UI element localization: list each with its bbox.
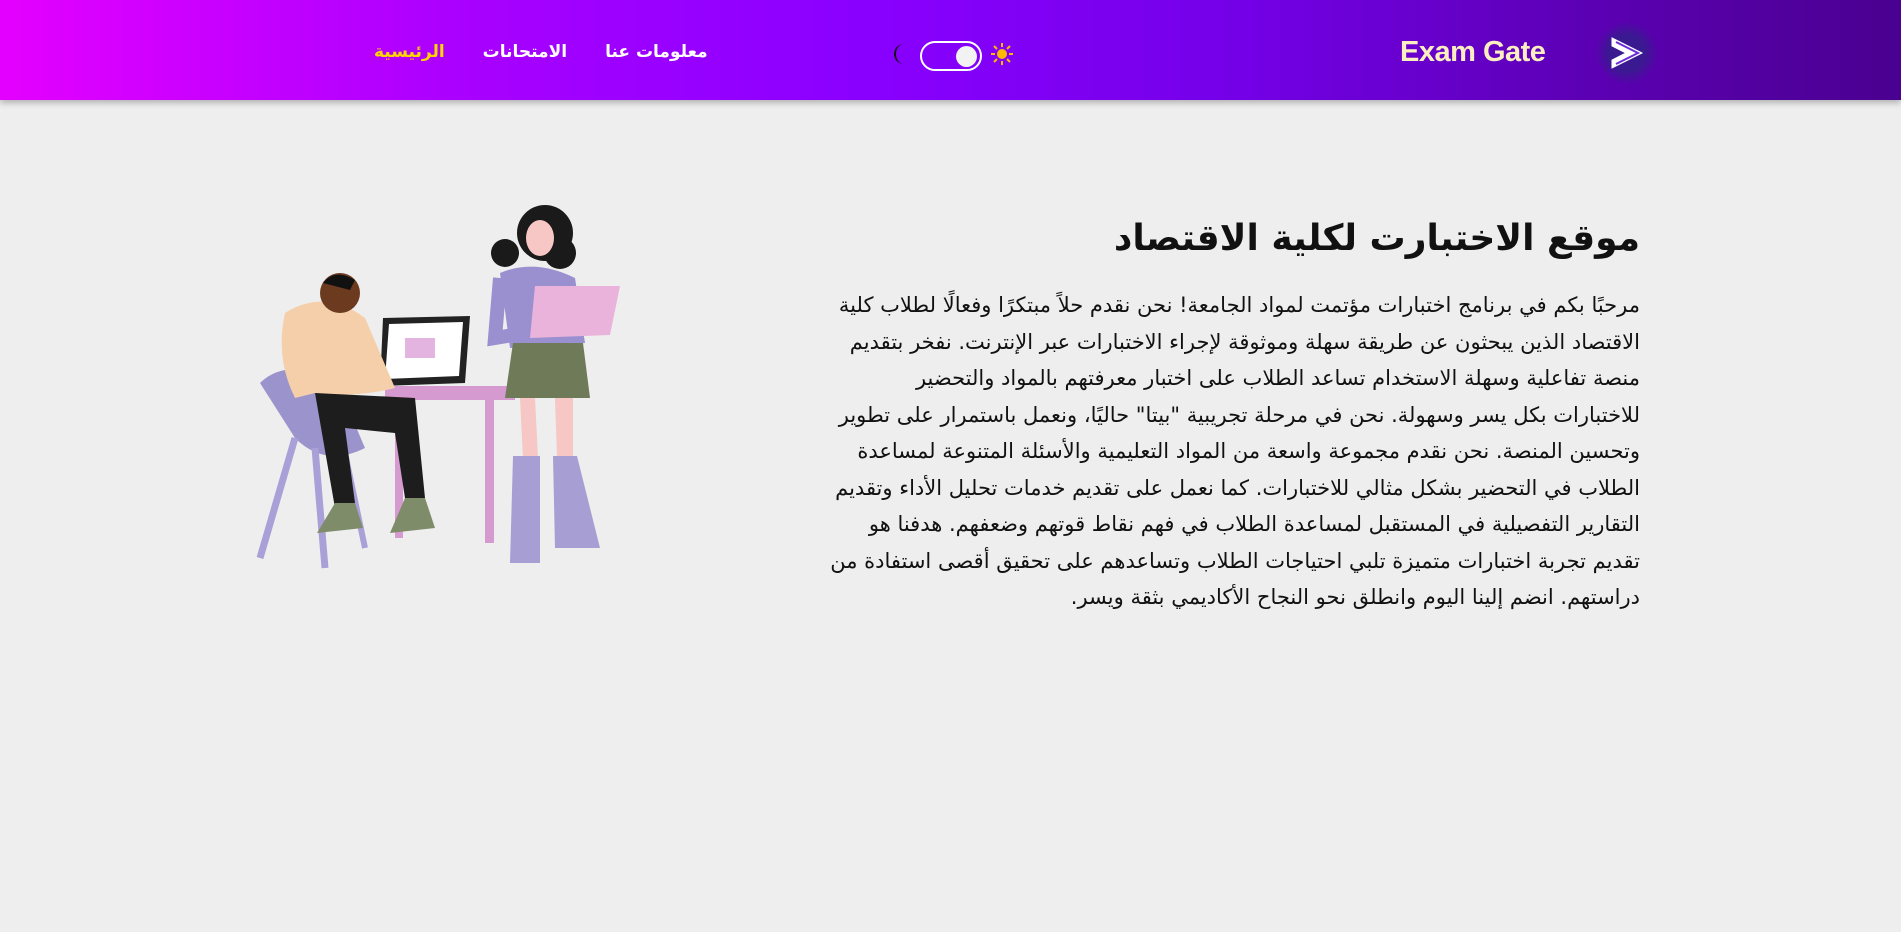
arrow-right-icon[interactable]: [1596, 22, 1658, 84]
theme-toggle-group: [890, 40, 1014, 72]
nav-link-home[interactable]: الرئيسية: [374, 42, 445, 62]
hero-section: موقع الاختبارت لكلية الاقتصاد مرحبًا بكم…: [830, 218, 1640, 616]
page-title: موقع الاختبارت لكلية الاقتصاد: [1113, 218, 1640, 259]
nav-link-exams[interactable]: الامتحانات: [483, 42, 567, 62]
top-navbar: Exam Gate الرئيسية الامتحانات معلومات عن…: [0, 0, 1901, 100]
sun-icon: [990, 42, 1014, 70]
intro-paragraph: مرحبًا بكم في برنامج اختبارات مؤتمت لموا…: [830, 293, 1640, 609]
brand-name[interactable]: Exam Gate: [1400, 36, 1546, 69]
nav-links: الرئيسية الامتحانات معلومات عنا: [374, 42, 708, 62]
theme-toggle[interactable]: [920, 41, 982, 71]
hero-illustration: [255, 198, 625, 578]
toggle-knob: [956, 46, 977, 67]
nav-link-about[interactable]: معلومات عنا: [605, 42, 708, 62]
moon-icon: [890, 41, 912, 71]
